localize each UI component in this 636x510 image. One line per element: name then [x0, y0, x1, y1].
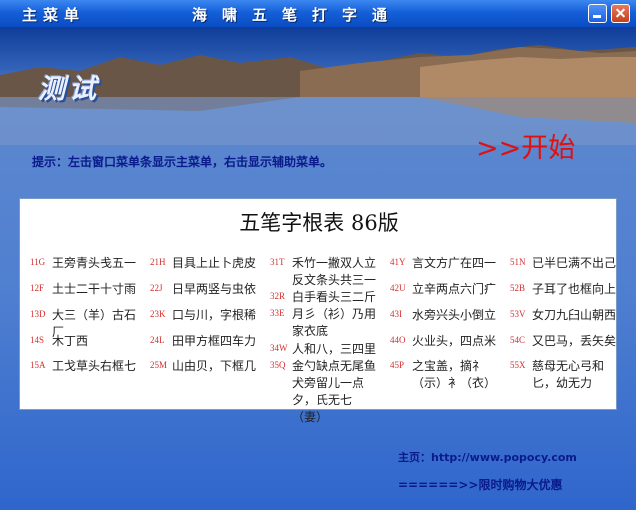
key-code: 45P [390, 360, 405, 370]
key-code: 11G [30, 257, 46, 267]
start-button[interactable]: >>开始 [476, 126, 575, 165]
main-menu-button[interactable]: 主菜单 [22, 4, 85, 25]
table-row: 11G 王旁青头戋五一 [20, 256, 138, 279]
key-roots: 又巴马，丢矢矣 [532, 334, 617, 348]
key-roots: 木丁西 [52, 334, 89, 348]
table-row: 54C 又巴马，丢矢矣 [500, 334, 618, 357]
key-code: 54C [510, 335, 526, 345]
table-row: 13D 大三（羊）古石厂 [20, 308, 138, 339]
table-title: 五笔字根表 86版 [239, 211, 399, 235]
key-roots: 已半巳满不出己 [532, 256, 617, 270]
key-roots: 子耳了也框向上 [532, 282, 617, 296]
key-roots: 工戈草头右框七 [52, 359, 137, 373]
root-table: 五笔字根表 86版 11G 王旁青头戋五一 12F 土士二干十寸雨 13D 大三（羊）古石… [19, 198, 618, 424]
key-roots: 金勺缺点无尾鱼 犬旁留儿一点夕，氏无七（妻） [292, 359, 377, 424]
table-row: 31T 禾竹一撇双人立 反文条头共三一 [260, 256, 378, 287]
title-bar: 主菜单 海啸五笔打字通 [0, 0, 636, 28]
key-code: 52B [510, 283, 526, 293]
hint-text: 提示：左击窗口菜单条显示主菜单，右击显示辅助菜单。 [32, 155, 333, 169]
table-row: 22J 日早两竖与虫依 [140, 282, 258, 305]
table-row: 12F 土士二干十寸雨 [20, 282, 138, 305]
key-roots: 田甲方框四车力 [172, 334, 257, 348]
key-roots: 山由贝，下框几 [172, 359, 257, 373]
homepage-link[interactable]: 主页：http://www.popocy.com [398, 449, 577, 465]
key-code: 44O [390, 335, 406, 345]
key-code: 24L [150, 335, 165, 345]
key-roots: 目具上止卜虎皮 [172, 256, 257, 270]
key-code: 14S [30, 335, 45, 345]
table-row: 33E 月彡（衫）乃用家衣底 [260, 307, 378, 338]
key-code: 13D [30, 309, 46, 319]
key-code: 12F [30, 283, 45, 293]
key-roots: 王旁青头戋五一 [52, 256, 137, 270]
minimize-icon[interactable] [588, 4, 607, 23]
key-code: 35Q [270, 360, 286, 370]
key-roots: 口与川，字根稀 [172, 308, 257, 322]
table-row: 25M 山由贝，下框几 [140, 359, 258, 382]
promo-link[interactable]: ======>>限时购物大优惠 [398, 476, 562, 493]
key-code: 55X [510, 360, 526, 370]
table-row: 51N 已半巳满不出己 [500, 256, 618, 279]
table-row: 43I 水旁兴头小倒立 [380, 308, 498, 331]
key-code: 22J [150, 283, 163, 293]
key-roots: 禾竹一撇双人立 反文条头共三一 [292, 256, 377, 287]
table-row: 44O 火业头，四点米 [380, 334, 498, 357]
key-roots: 之宝盖，摘礻（示）衤（衣） [412, 359, 497, 390]
key-code: 32R [270, 291, 286, 301]
key-roots: 慈母无心弓和匕，幼无力 [532, 359, 605, 390]
table-row: 35Q 金勺缺点无尾鱼 犬旁留儿一点夕，氏无七（妻） [260, 359, 378, 424]
table-row: 52B 子耳了也框向上 [500, 282, 618, 305]
key-code: 21H [150, 257, 166, 267]
key-code: 51N [510, 257, 526, 267]
table-row: 24L 田甲方框四车力 [140, 334, 258, 357]
key-roots: 人和八，三四里 [292, 342, 377, 356]
key-roots: 土士二干十寸雨 [52, 282, 137, 296]
key-code: 43I [390, 309, 402, 319]
key-roots: 白手看头三二斤 [292, 290, 377, 304]
key-roots: 火业头，四点米 [412, 334, 497, 348]
key-roots: 言文方广在四一 [412, 256, 497, 270]
key-roots: 水旁兴头小倒立 [412, 308, 497, 322]
key-roots: 女刀九臼山朝西 [532, 308, 617, 322]
key-roots: 日早两竖与虫依 [172, 282, 257, 296]
table-row: 55X 慈母无心弓和匕，幼无力 [500, 359, 618, 390]
key-roots: 月彡（衫）乃用家衣底 [292, 307, 377, 338]
table-row: 23K 口与川，字根稀 [140, 308, 258, 331]
table-row: 15A 工戈草头右框七 [20, 359, 138, 382]
key-code: 31T [270, 257, 285, 267]
close-icon[interactable] [611, 4, 630, 23]
key-code: 15A [30, 360, 46, 370]
key-roots: 立辛两点六门疒 [412, 282, 497, 296]
key-code: 23K [150, 309, 166, 319]
table-row: 42U 立辛两点六门疒 [380, 282, 498, 305]
key-code: 33E [270, 308, 285, 318]
test-heading: 测试 [38, 74, 100, 105]
key-code: 34W [270, 343, 288, 353]
key-code: 41Y [390, 257, 406, 267]
key-code: 53V [510, 309, 526, 319]
key-code: 25M [150, 360, 168, 370]
table-row: 14S 木丁西 [20, 334, 138, 357]
table-row: 41Y 言文方广在四一 [380, 256, 498, 279]
table-row: 21H 目具上止卜虎皮 [140, 256, 258, 279]
table-row: 53V 女刀九臼山朝西 [500, 308, 618, 331]
key-code: 42U [390, 283, 406, 293]
table-row: 45P 之宝盖，摘礻（示）衤（衣） [380, 359, 498, 390]
window-title: 海啸五笔打字通 [192, 6, 403, 24]
